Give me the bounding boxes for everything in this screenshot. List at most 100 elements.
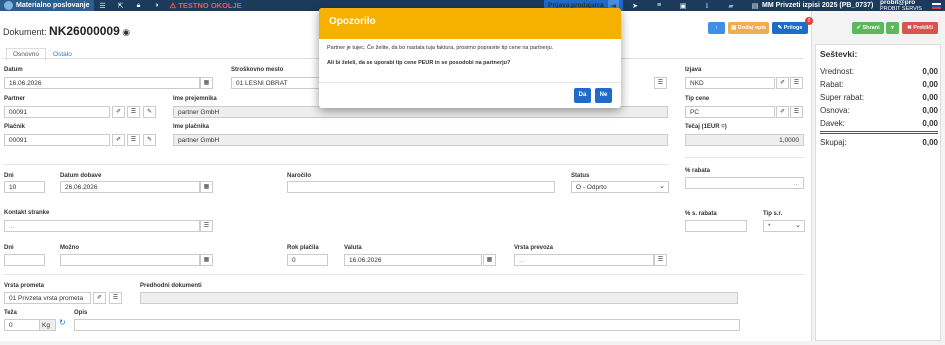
list-picker-icon[interactable]: ☰: [654, 254, 667, 266]
save-button[interactable]: ✔ Shrani: [852, 22, 884, 34]
chevron-down-icon: ⌄: [795, 222, 801, 229]
app-logo-icon: [4, 1, 13, 10]
summary-row-value: 0,00: [922, 106, 938, 115]
dni2-field[interactable]: [4, 254, 45, 266]
refresh-icon[interactable]: ↻: [59, 318, 66, 327]
summary-row-value: 0,00: [922, 67, 938, 76]
summary-row: Super rabat: 0,00: [820, 93, 938, 102]
vrstaprevoza-placeholder: ...: [519, 257, 525, 264]
calendar-icon[interactable]: ▦: [200, 181, 213, 193]
tipsr-value: *: [768, 223, 771, 230]
rabat-placeholder: ...: [793, 180, 799, 187]
kontakt-field[interactable]: ...: [4, 220, 200, 232]
user-box[interactable]: probit@pro PROBIT SERVIS: [880, 0, 922, 12]
dialog-message: Partner je tujec. Če želite, da bo nasta…: [327, 45, 554, 51]
valuta-field[interactable]: 16.06.2026: [344, 254, 482, 266]
dni2-label: Dni: [4, 245, 14, 251]
izjava-field[interactable]: NKD: [685, 77, 775, 89]
yes-button[interactable]: Da: [574, 88, 591, 103]
clear-icon[interactable]: ✐: [776, 77, 789, 89]
tab-osnovno[interactable]: Osnovno: [6, 48, 47, 61]
list-picker-icon[interactable]: ☰: [200, 220, 213, 232]
mozno-label: Možno: [60, 245, 79, 251]
no-button[interactable]: Ne: [595, 88, 612, 103]
placnik-field[interactable]: 00091: [4, 134, 110, 146]
send-icon[interactable]: ➤: [623, 2, 647, 10]
datumdobave-field[interactable]: 26.06.2026: [60, 181, 200, 193]
tipsr-label: Tip s.r.: [763, 211, 783, 217]
summary-row-label: Rabat:: [820, 80, 844, 89]
clear-icon[interactable]: ✐: [93, 292, 106, 304]
datum-field[interactable]: 16.06.2026: [4, 77, 200, 89]
list-icon[interactable]: ☰: [94, 2, 112, 10]
language-flag-icon[interactable]: [932, 3, 941, 9]
contrast-icon[interactable]: ◑: [148, 2, 166, 9]
calculator-icon[interactable]: ▣: [671, 2, 695, 10]
vrstaprometa-field[interactable]: 01 Privzeta vrsta prometa: [4, 292, 91, 304]
document-number: NK26000009: [49, 24, 120, 38]
imeplacnika-label: Ime plačnika: [173, 124, 210, 130]
predhodni-field: [140, 292, 738, 304]
status-select[interactable]: O - Odprto ⌄: [571, 181, 669, 193]
info-icon[interactable]: ℹ: [695, 2, 719, 10]
cancel-button[interactable]: ✖ Prekliči: [902, 22, 938, 34]
tipcene-field[interactable]: PC: [685, 106, 775, 118]
menu-icon[interactable]: ≡: [647, 2, 671, 9]
izjava-label: Izjava: [685, 67, 702, 73]
teza-label: Teža: [4, 310, 17, 316]
summary-row-label: Osnova:: [820, 106, 850, 115]
tab-ostalo[interactable]: Ostalo: [46, 48, 79, 61]
rabat-field[interactable]: ...: [685, 177, 804, 189]
chevron-down-icon: ⌄: [659, 183, 665, 190]
dni-field[interactable]: 10: [4, 181, 45, 193]
rabat-label: % rabata: [685, 168, 711, 174]
prejemnik-label: Ime prejemnika: [173, 96, 217, 102]
mozno-field[interactable]: [60, 254, 200, 266]
narocilo-field[interactable]: [287, 181, 555, 193]
clear-icon[interactable]: ✐: [112, 134, 125, 146]
list-picker-icon[interactable]: ☰: [654, 77, 667, 89]
summary-row: Osnova: 0,00: [820, 106, 938, 115]
list-picker-icon[interactable]: ☰: [790, 106, 803, 118]
strosek-field[interactable]: 01 LESNI OBRAT: [231, 77, 321, 89]
eye-icon[interactable]: ◉: [122, 27, 130, 37]
up-button[interactable]: ↑: [708, 22, 725, 34]
summary-row-label: Vrednost:: [820, 67, 854, 76]
attachments-button[interactable]: ✎ Priloge: [772, 22, 808, 34]
save-label: Shrani: [862, 25, 880, 31]
tipsr-select[interactable]: * ⌄: [763, 220, 805, 232]
add-description-button[interactable]: ▤ Dodaj opis: [728, 22, 769, 34]
calendar-icon[interactable]: ▦: [200, 77, 213, 89]
list-picker-icon[interactable]: ☰: [109, 292, 122, 304]
calendar-icon[interactable]: ▦: [483, 254, 496, 266]
book-icon[interactable]: ▰: [719, 2, 743, 10]
rok-label: Rok plačila: [287, 245, 319, 251]
rok-field[interactable]: 0: [287, 254, 328, 266]
vrstaprevoza-field[interactable]: ...: [514, 254, 654, 266]
list-picker-icon[interactable]: ☰: [127, 134, 140, 146]
calendar-icon[interactable]: ▦: [200, 254, 213, 266]
partner-field[interactable]: 00091: [4, 106, 110, 118]
dni-label: Dni: [4, 173, 14, 179]
external-link-icon[interactable]: ⇱: [112, 2, 130, 10]
summary-total-value: 0,00: [922, 138, 938, 147]
summary-row-value: 0,00: [922, 119, 938, 128]
clear-icon[interactable]: ✐: [112, 106, 125, 118]
module-menu[interactable]: Materialno poslovanje: [0, 0, 94, 11]
list-picker-icon[interactable]: ☰: [790, 77, 803, 89]
imeplacnika-field: partner GmbH: [173, 134, 668, 146]
page-title: Dokument: NK26000009 ◉: [3, 24, 130, 38]
summary-row-value: 0,00: [922, 80, 938, 89]
list-picker-icon[interactable]: ☰: [127, 106, 140, 118]
clear-icon[interactable]: ✐: [776, 106, 789, 118]
save-options-button[interactable]: ▾: [886, 22, 899, 34]
kontakt-placeholder: ...: [9, 223, 15, 230]
srabat-field[interactable]: [685, 220, 747, 232]
edit-icon[interactable]: ✎: [143, 106, 156, 118]
chevron-down-icon: ▾: [891, 25, 894, 31]
opis-field[interactable]: [74, 319, 740, 331]
predhodni-label: Predhodni dokumenti: [140, 283, 202, 289]
lock-icon[interactable]: 🔒︎: [130, 2, 148, 10]
teza-field[interactable]: 0: [4, 319, 40, 331]
edit-icon[interactable]: ✎: [143, 134, 156, 146]
